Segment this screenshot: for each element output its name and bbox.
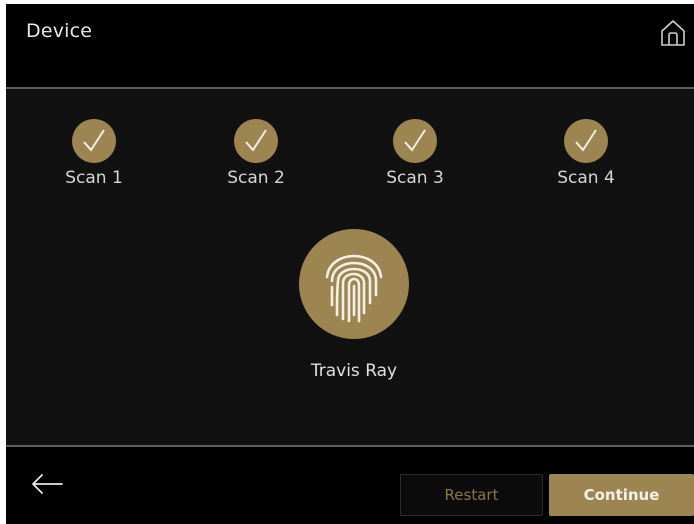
scan-step-label: Scan 3 bbox=[386, 168, 444, 188]
page-title: Device bbox=[26, 20, 93, 42]
restart-button[interactable]: Restart bbox=[400, 474, 543, 516]
fingerprint-icon bbox=[299, 229, 409, 339]
check-icon bbox=[564, 119, 608, 163]
scan-step-label: Scan 2 bbox=[227, 168, 285, 188]
scan-step-1: Scan 1 bbox=[44, 119, 144, 188]
arrow-left-icon[interactable] bbox=[30, 473, 64, 495]
scan-step-label: Scan 4 bbox=[557, 168, 615, 188]
home-icon[interactable] bbox=[658, 18, 688, 48]
scan-step-3: Scan 3 bbox=[365, 119, 465, 188]
check-icon bbox=[234, 119, 278, 163]
header-bar: Device bbox=[6, 4, 694, 88]
check-icon bbox=[72, 119, 116, 163]
continue-button[interactable]: Continue bbox=[549, 474, 694, 516]
footer-bar: Restart Continue bbox=[6, 447, 694, 524]
scan-step-2: Scan 2 bbox=[206, 119, 306, 188]
enrolled-user-name: Travis Ray bbox=[310, 361, 398, 381]
scan-step-label: Scan 1 bbox=[65, 168, 123, 188]
check-icon bbox=[393, 119, 437, 163]
scan-step-4: Scan 4 bbox=[536, 119, 636, 188]
enrollment-panel: Scan 1 Scan 2 Scan 3 Scan 4 Travis Ray bbox=[6, 89, 694, 445]
device-screen: Device Scan 1 Scan 2 Scan 3 Scan 4 Travi… bbox=[6, 4, 694, 524]
